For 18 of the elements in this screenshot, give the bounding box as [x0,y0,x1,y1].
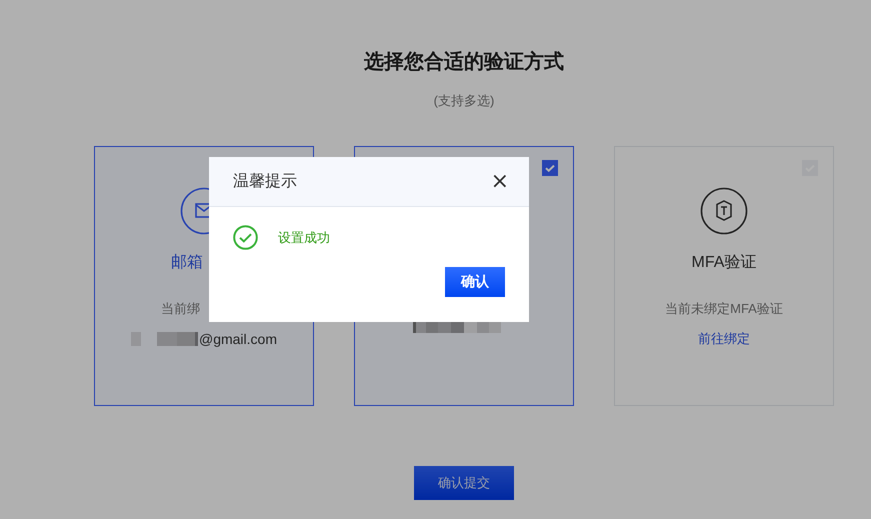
envelope-icon [180,187,209,235]
shield-icon [700,187,748,235]
page-subheading: (支持多选) [434,92,494,110]
card-title: MFA验证 [692,253,756,273]
card-title: 邮箱 [171,252,204,273]
confirm-button[interactable]: 确认 [445,267,505,297]
card-subtitle: 当前绑 [161,300,201,318]
bind-link[interactable]: 前往绑定 [698,329,750,349]
email-address: @gmail.com [198,330,277,349]
submit-button[interactable]: 确认提交 [414,466,514,500]
checkbox[interactable] [542,160,558,176]
dialog-title: 温馨提示 [233,172,297,192]
card-subtitle: 当前未绑定MFA验证 [665,300,783,318]
close-button[interactable]: × [486,170,513,194]
option-card[interactable]: MFA验证 当前未绑定MFA验证 前往绑定 [614,146,834,406]
check-circle-icon [233,225,258,250]
page-heading: 选择您合适的验证方式 [364,50,564,75]
redaction-blur [130,332,198,346]
